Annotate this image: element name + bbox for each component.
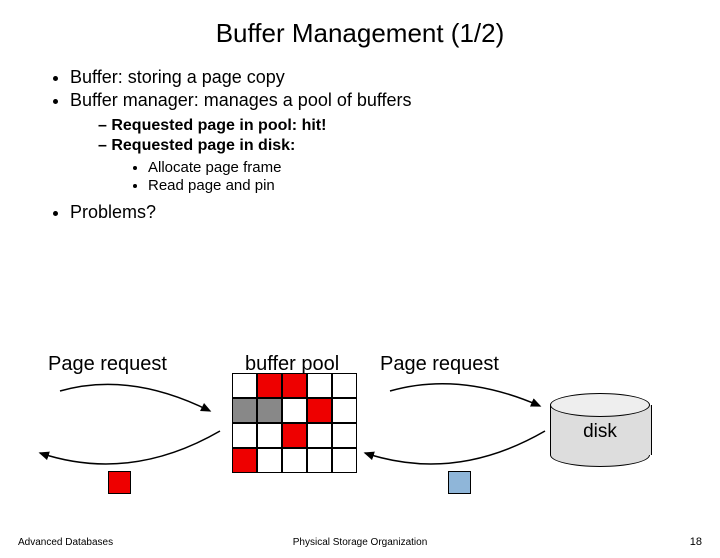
buffer-cell: [232, 398, 257, 423]
arrow-left-out: [30, 423, 230, 493]
buffer-cell: [332, 448, 357, 473]
page-request-left-label: Page request: [48, 353, 167, 376]
buffer-cell: [257, 373, 282, 398]
buffer-cell: [257, 423, 282, 448]
buffer-cell: [282, 373, 307, 398]
subsub-allocate: Allocate page frame: [148, 159, 720, 176]
bullet-buffer-manager: Buffer manager: manages a pool of buffer…: [70, 90, 720, 194]
bullet-buffer: Buffer: storing a page copy: [70, 67, 720, 88]
buffer-cell: [232, 448, 257, 473]
buffer-cell: [307, 423, 332, 448]
buffer-cell: [307, 373, 332, 398]
disk-icon: disk: [550, 393, 650, 458]
buffer-cell: [332, 423, 357, 448]
page-request-right-label: Page request: [380, 353, 499, 376]
slide-number: 18: [690, 536, 702, 548]
buffer-cell: [257, 448, 282, 473]
diagram: Page request Page request buffer pool di…: [0, 353, 720, 523]
sub-sub-list: Allocate page frame Read page and pin: [98, 159, 720, 194]
slide-title: Buffer Management (1/2): [0, 18, 720, 49]
sub-text: Requested page in disk:: [111, 137, 295, 154]
subsub-read: Read page and pin: [148, 177, 720, 194]
sub-hit: Requested page in pool: hit!: [98, 117, 720, 135]
buffer-cell: [232, 423, 257, 448]
buffer-cell: [307, 448, 332, 473]
footer-center: Physical Storage Organization: [0, 537, 720, 548]
buffer-cell: [332, 398, 357, 423]
bullet-list: Buffer: storing a page copy Buffer manag…: [0, 67, 720, 223]
buffer-cell: [282, 423, 307, 448]
bullet-text: Buffer manager: manages a pool of buffer…: [70, 90, 412, 110]
disk-label: disk: [550, 421, 650, 443]
sub-list: Requested page in pool: hit! Requested p…: [70, 117, 720, 194]
arrow-right-out: [355, 423, 555, 493]
buffer-cell: [282, 398, 307, 423]
sub-disk: Requested page in disk: Allocate page fr…: [98, 137, 720, 194]
bullet-problems: Problems?: [70, 202, 720, 223]
buffer-cell: [307, 398, 332, 423]
buffer-cell: [282, 448, 307, 473]
buffer-cell: [257, 398, 282, 423]
buffer-cell: [332, 373, 357, 398]
buffer-pool-grid: [232, 373, 357, 473]
buffer-cell: [232, 373, 257, 398]
